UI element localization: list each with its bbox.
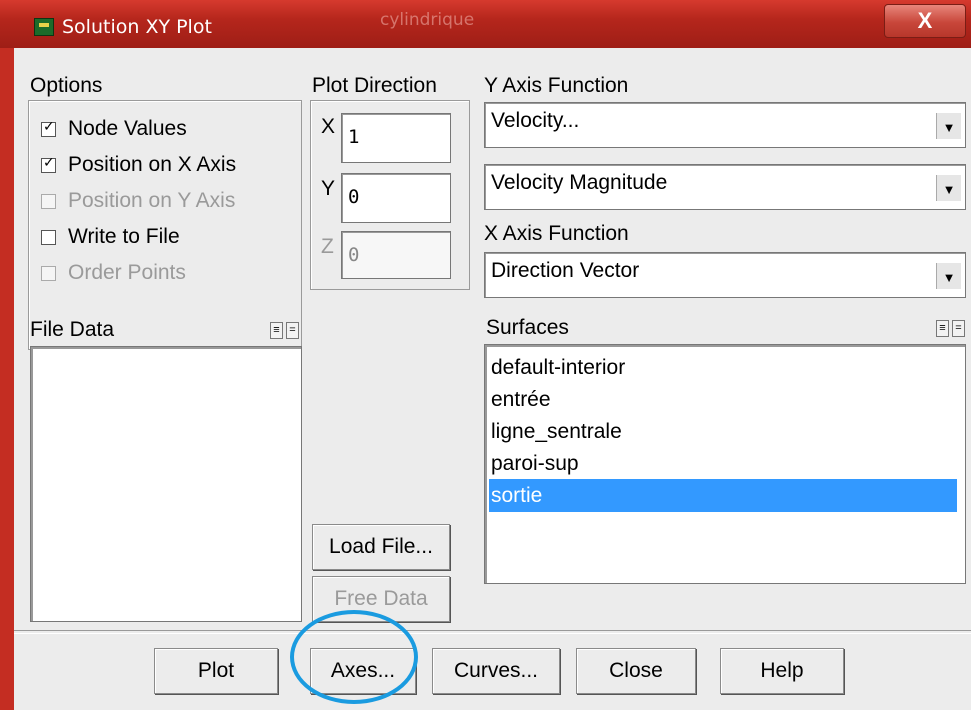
plot-button[interactable]: Plot [154,648,278,694]
y-label: Y [321,177,336,200]
z-direction-field: 0 [341,231,451,279]
checkbox-icon[interactable] [41,119,56,137]
option-label: Position on Y Axis [68,189,236,212]
select-all-icon[interactable]: ≡ [270,322,283,339]
option-label: Position on X Axis [68,153,237,176]
z-label: Z [321,235,334,258]
options-group: Node Values Position on X Axis Position … [28,100,302,350]
y-direction-field[interactable]: 0 [341,173,451,223]
x-axis-function-dropdown[interactable]: Direction Vector ▼ [484,252,966,298]
checkbox-icon [41,266,56,281]
plot-direction-group: X 1 Y 0 Z 0 [310,100,470,290]
y-axis-quantity-dropdown[interactable]: Velocity Magnitude ▼ [484,164,966,210]
title-bar[interactable]: Solution XY Plot cylindrique X [0,0,971,48]
file-data-heading: File Data [30,318,115,341]
select-all-icon[interactable]: ≡ [936,320,949,337]
free-data-button: Free Data [312,576,450,622]
close-button[interactable]: Close [576,648,696,694]
divider [14,630,971,634]
surface-item[interactable]: paroi-sup [489,447,957,480]
option-label: Node Values [68,117,187,140]
surface-item-selected[interactable]: sortie [489,479,957,512]
checkbox-icon [41,194,56,209]
file-data-list[interactable] [30,346,302,622]
x-label: X [321,115,336,138]
axes-button[interactable]: Axes... [310,648,416,694]
dialog-panel: Options Node Values Position on X Axis P… [14,48,971,710]
surface-item[interactable]: ligne_sentrale [489,415,957,448]
surface-item[interactable]: entrée [489,383,957,416]
dropdown-value: Direction Vector [491,259,640,282]
app-icon [34,18,54,36]
checkbox-icon[interactable] [41,155,56,173]
load-file-button[interactable]: Load File... [312,524,450,570]
checkbox-icon[interactable] [41,230,56,245]
chevron-down-icon[interactable]: ▼ [936,263,961,289]
y-axis-category-dropdown[interactable]: Velocity... ▼ [484,102,966,148]
option-label: Order Points [68,261,186,284]
window-title: Solution XY Plot [62,16,212,38]
background-window-title: cylindrique [380,10,475,30]
surfaces-list[interactable]: default-interior entrée ligne_sentrale p… [484,344,966,584]
close-window-button[interactable]: X [884,4,966,38]
help-button[interactable]: Help [720,648,844,694]
surfaces-heading: Surfaces [486,316,569,339]
x-axis-function-heading: X Axis Function [484,222,629,245]
window-frame-left [0,48,14,710]
options-heading: Options [30,74,103,97]
solution-xy-plot-window: Solution XY Plot cylindrique X Options N… [0,0,971,710]
dropdown-value: Velocity Magnitude [491,171,668,194]
dropdown-value: Velocity... [491,109,580,132]
deselect-all-icon[interactable]: = [286,322,299,339]
plot-direction-heading: Plot Direction [312,74,437,97]
surface-item[interactable]: default-interior [489,351,957,384]
chevron-down-icon[interactable]: ▼ [936,175,961,201]
option-label: Write to File [68,225,180,248]
chevron-down-icon[interactable]: ▼ [936,113,961,139]
curves-button[interactable]: Curves... [432,648,560,694]
y-axis-function-heading: Y Axis Function [484,74,629,97]
deselect-all-icon[interactable]: = [952,320,965,337]
x-direction-field[interactable]: 1 [341,113,451,163]
